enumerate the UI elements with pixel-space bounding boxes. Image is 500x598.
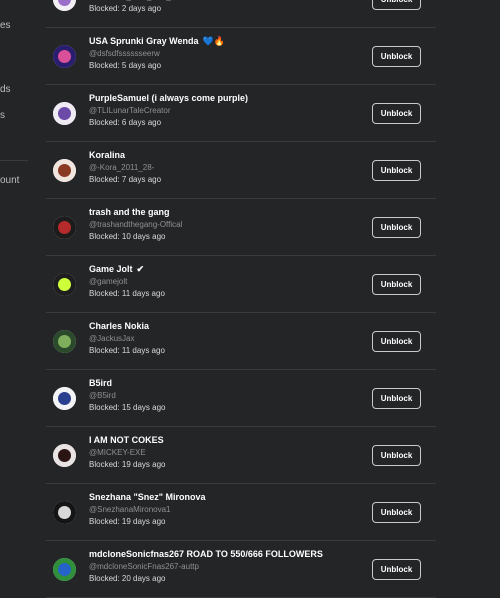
unblock-button[interactable]: Unblock <box>372 160 421 181</box>
user-handle: @JackusJax <box>89 334 135 343</box>
avatar[interactable] <box>53 501 76 524</box>
user-handle: @ROUGE_THE_BAT_Women <box>89 0 198 1</box>
display-name-text: B5ird <box>89 378 113 388</box>
unblock-button[interactable]: Unblock <box>372 274 421 295</box>
unblock-button[interactable]: Unblock <box>372 331 421 352</box>
avatar[interactable] <box>53 387 76 410</box>
display-name-text: Charles Nokia <box>89 321 150 331</box>
verified-badge-icon: ✔ <box>136 264 145 274</box>
blocked-time: Blocked: 15 days ago <box>89 403 166 412</box>
avatar[interactable] <box>53 330 76 353</box>
blocked-user-row: USA Sprunki Gray Wenda 💙🔥 @dsfsdfsssssseer… <box>46 28 436 85</box>
sidebar-divider <box>0 160 28 161</box>
avatar[interactable] <box>53 216 76 239</box>
unblock-button[interactable]: Unblock <box>372 103 421 124</box>
blocked-time: Blocked: 19 days ago <box>89 517 166 526</box>
avatar[interactable] <box>53 444 76 467</box>
blocked-user-row: B5ird @B5ird Blocked: 15 days ago Unblock <box>46 370 436 427</box>
blocked-time: Blocked: 10 days ago <box>89 232 166 241</box>
display-name-text: Snezhana "Snez" Mironova <box>89 492 206 502</box>
user-handle: @trashandthegang-Offical <box>89 220 183 229</box>
user-handle: @SnezhanaMironova1 <box>89 505 171 514</box>
blocked-user-row: mdcloneSonicfnas267 ROAD TO 550/666 FOLL… <box>46 541 436 598</box>
unblock-button[interactable]: Unblock <box>372 502 421 523</box>
user-handle: @gamejolt <box>89 277 128 286</box>
blocked-time: Blocked: 2 days ago <box>89 4 162 13</box>
sidebar-item-1[interactable]: es <box>0 20 11 31</box>
blocked-user-row: Game Jolt ✔ @gamejolt Blocked: 11 days ago U… <box>46 256 436 313</box>
user-display-name[interactable]: I AM NOT COKES <box>89 435 164 445</box>
blocked-user-row: @ROUGE_THE_BAT_Women Blocked: 2 days ago U… <box>46 0 436 28</box>
avatar[interactable] <box>53 0 76 11</box>
blocked-time: Blocked: 7 days ago <box>89 175 162 184</box>
blocked-time: Blocked: 20 days ago <box>89 574 166 583</box>
display-name-text: mdcloneSonicfnas267 ROAD TO 550/666 FOLL… <box>89 549 323 559</box>
unblock-button[interactable]: Unblock <box>372 559 421 580</box>
unblock-button[interactable]: Unblock <box>372 217 421 238</box>
sidebar-item-3[interactable]: s <box>0 110 5 121</box>
user-display-name[interactable]: Game Jolt ✔ <box>89 264 144 275</box>
settings-sidebar: es ds s ount <box>0 0 30 597</box>
display-name-text: PurpleSamuel (i always come purple) <box>89 93 249 103</box>
avatar[interactable] <box>53 159 76 182</box>
display-name-text: USA Sprunki Gray Wenda <box>89 36 199 46</box>
blocked-user-row: Snezhana "Snez" Mironova @SnezhanaMironov… <box>46 484 436 541</box>
blocked-user-row: I AM NOT COKES @MICKEY-EXE Blocked: 19 day… <box>46 427 436 484</box>
user-handle: @-Kora_2011_28- <box>89 163 155 172</box>
user-handle: @MICKEY-EXE <box>89 448 146 457</box>
user-display-name[interactable]: USA Sprunki Gray Wenda 💙🔥 <box>89 36 225 47</box>
blocked-time: Blocked: 5 days ago <box>89 61 162 70</box>
unblock-button[interactable]: Unblock <box>372 445 421 466</box>
user-display-name[interactable]: Snezhana "Snez" Mironova <box>89 492 206 502</box>
user-handle: @mdcloneSonicFnas267-auttp <box>89 562 199 571</box>
unblock-button[interactable]: Unblock <box>372 0 421 10</box>
user-display-name[interactable]: Charles Nokia <box>89 321 149 331</box>
user-display-name[interactable]: trash and the gang <box>89 207 170 217</box>
user-display-name[interactable]: PurpleSamuel (i always come purple) <box>89 93 248 103</box>
user-handle: @TLILunarTaleCreator <box>89 106 171 115</box>
user-display-name[interactable]: mdcloneSonicfnas267 ROAD TO 550/666 FOLL… <box>89 549 323 559</box>
user-display-name[interactable]: B5ird <box>89 378 112 388</box>
avatar[interactable] <box>53 273 76 296</box>
blocked-time: Blocked: 19 days ago <box>89 460 166 469</box>
blocked-user-row: PurpleSamuel (i always come purple) @TLIL… <box>46 85 436 142</box>
blocked-user-row: Koralina @-Kora_2011_28- Blocked: 7 days a… <box>46 142 436 199</box>
blocked-time: Blocked: 11 days ago <box>89 346 165 355</box>
blocked-users-list: @ROUGE_THE_BAT_Women Blocked: 2 days ago U… <box>46 0 436 598</box>
display-name-text: I AM NOT COKES <box>89 435 164 445</box>
display-name-text: Game Jolt <box>89 264 133 274</box>
blocked-time: Blocked: 11 days ago <box>89 289 165 298</box>
avatar[interactable] <box>53 102 76 125</box>
blocked-time: Blocked: 6 days ago <box>89 118 162 127</box>
display-name-text: trash and the gang <box>89 207 170 217</box>
sidebar-item-4[interactable]: ount <box>0 175 19 186</box>
user-handle: @dsfsdfsssssseerw <box>89 49 160 58</box>
blocked-user-row: trash and the gang @trashandthegang-Offic… <box>46 199 436 256</box>
avatar[interactable] <box>53 45 76 68</box>
unblock-button[interactable]: Unblock <box>372 46 421 67</box>
user-display-name[interactable]: Koralina <box>89 150 125 160</box>
blocked-user-row: Charles Nokia @JackusJax Blocked: 11 days … <box>46 313 436 370</box>
sidebar-item-2[interactable]: ds <box>0 84 11 95</box>
unblock-button[interactable]: Unblock <box>372 388 421 409</box>
avatar[interactable] <box>53 558 76 581</box>
display-name-text: Koralina <box>89 150 126 160</box>
verified-badge-icon: 💙🔥 <box>202 36 225 46</box>
user-handle: @B5ird <box>89 391 116 400</box>
